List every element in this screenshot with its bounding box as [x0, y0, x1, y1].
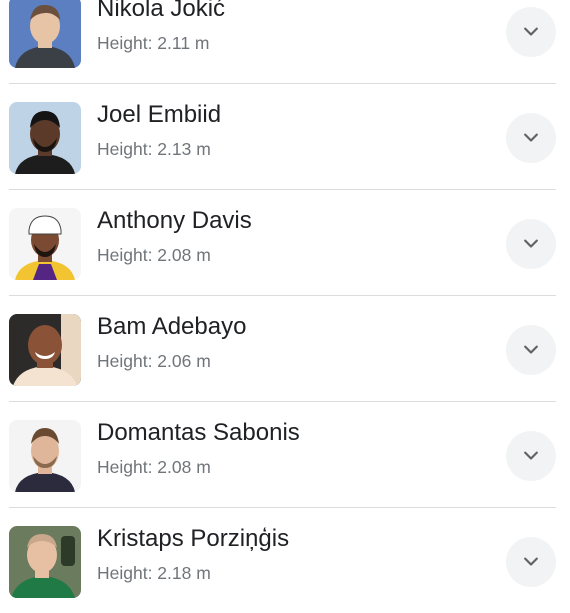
- expand-button[interactable]: [506, 7, 556, 57]
- player-name: Joel Embiid: [97, 101, 222, 128]
- player-height: Height: 2.13 m: [97, 139, 211, 159]
- player-name: Domantas Sabonis: [97, 419, 300, 446]
- chevron-down-icon: [524, 557, 538, 566]
- player-name: Kristaps Porziņģis: [97, 525, 290, 552]
- player-height: Height: 2.18 m: [97, 563, 211, 583]
- list-item[interactable]: Joel Embiid Height: 2.13 m: [9, 84, 556, 190]
- list-item[interactable]: Anthony Davis Height: 2.08 m: [9, 190, 556, 296]
- chevron-down-icon: [524, 27, 538, 36]
- chevron-down-icon: [524, 345, 538, 354]
- expand-button[interactable]: [506, 431, 556, 481]
- player-name: Anthony Davis: [97, 207, 252, 234]
- player-name: Bam Adebayo: [97, 313, 247, 340]
- expand-button[interactable]: [506, 219, 556, 269]
- expand-button[interactable]: [506, 325, 556, 375]
- chevron-down-icon: [524, 133, 538, 142]
- player-name: Nikola Jokić: [97, 0, 226, 22]
- player-photo: [9, 102, 81, 174]
- chevron-down-icon: [524, 451, 538, 460]
- player-height: Height: 2.08 m: [97, 245, 211, 265]
- list-item[interactable]: Bam Adebayo Height: 2.06 m: [9, 296, 556, 402]
- expand-button[interactable]: [506, 113, 556, 163]
- player-photo: [9, 314, 81, 386]
- list-item[interactable]: Kristaps Porziņģis Height: 2.18 m: [9, 508, 556, 613]
- player-photo: [9, 0, 81, 68]
- player-height: Height: 2.08 m: [97, 457, 211, 477]
- list-item[interactable]: Domantas Sabonis Height: 2.08 m: [9, 402, 556, 508]
- list-item[interactable]: Nikola Jokić Height: 2.11 m: [9, 0, 556, 84]
- player-photo: [9, 420, 81, 492]
- expand-button[interactable]: [506, 537, 556, 587]
- player-photo: [9, 526, 81, 598]
- player-height: Height: 2.06 m: [97, 351, 211, 371]
- player-photo: [9, 208, 81, 280]
- player-height: Height: 2.11 m: [97, 33, 210, 53]
- player-list: Nikola Jokić Height: 2.11 m Joel Embiid …: [0, 0, 570, 613]
- chevron-down-icon: [524, 239, 538, 248]
